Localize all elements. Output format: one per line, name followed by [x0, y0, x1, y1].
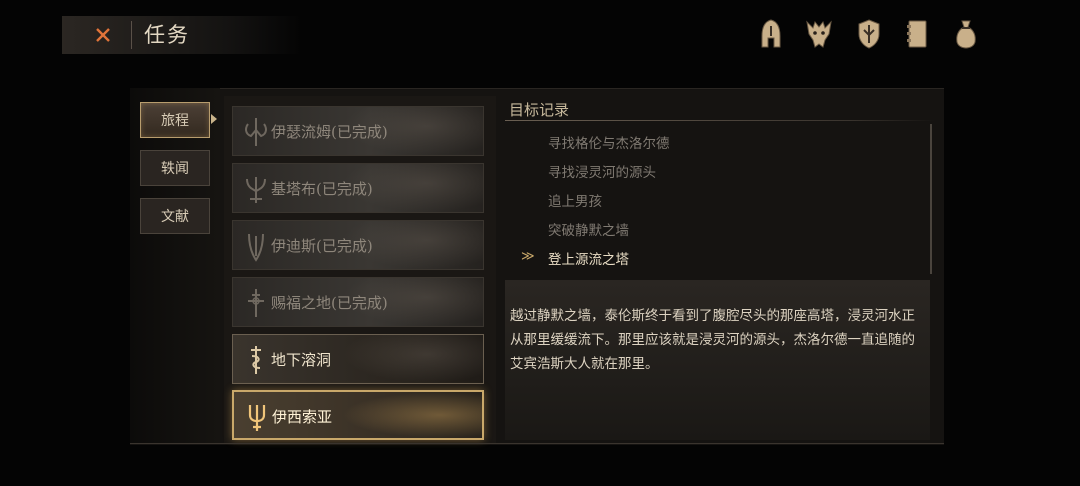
beast-button[interactable]	[805, 16, 833, 52]
close-x-icon[interactable]	[94, 26, 112, 44]
horned-emblem-icon	[242, 171, 270, 207]
tab-documents[interactable]: 文献	[140, 198, 210, 234]
panel-bottom-border	[130, 443, 944, 444]
objective-item: 追上男孩	[548, 194, 602, 210]
quest-label: 地下溶洞	[271, 351, 332, 369]
objectives-scrollbar[interactable]	[930, 124, 932, 274]
quest-card-kitab[interactable]: 基塔布(已完成)	[232, 163, 484, 213]
trident-emblem-icon	[243, 399, 271, 435]
header-bar: 任务	[62, 16, 302, 54]
quest-label: 基塔布(已完成)	[271, 180, 373, 198]
journal-icon	[907, 20, 927, 48]
journal-button[interactable]	[903, 16, 931, 52]
quest-description: 越过静默之墙，泰伦斯终于看到了腹腔尽头的那座高塔，浸灵河水正从那里缓缓流下。那里…	[510, 308, 915, 372]
quest-scene-image	[342, 392, 482, 438]
pouch-button[interactable]	[952, 16, 980, 52]
header-divider	[131, 21, 132, 49]
objectives-divider	[505, 120, 935, 121]
page-title: 任务	[144, 23, 190, 47]
beast-skull-icon	[806, 20, 832, 48]
quest-scene-image	[343, 335, 483, 383]
quest-card-blessed-land[interactable]: 赐福之地(已完成)	[232, 277, 484, 327]
objective-item-current: 登上源流之塔	[548, 252, 629, 268]
quest-card-idis[interactable]: 伊迪斯(已完成)	[232, 220, 484, 270]
shield-icon	[858, 19, 880, 49]
helmet-button[interactable]	[757, 16, 785, 52]
shield-button[interactable]	[855, 16, 883, 52]
quest-label: 伊瑟流姆(已完成)	[271, 123, 388, 141]
tab-anecdotes[interactable]: 轶闻	[140, 150, 210, 186]
quest-label: 赐福之地(已完成)	[271, 294, 388, 312]
current-objective-marker: ≫	[521, 249, 535, 264]
pouch-icon	[956, 20, 976, 49]
quest-card-isisoa[interactable]: 伊西索亚	[232, 390, 484, 440]
quest-label: 伊西索亚	[272, 408, 333, 426]
quest-label: 伊迪斯(已完成)	[271, 237, 373, 255]
quest-card-isleum[interactable]: 伊瑟流姆(已完成)	[232, 106, 484, 156]
quest-card-underground-cavern[interactable]: 地下溶洞	[232, 334, 484, 384]
tab-journey[interactable]: 旅程	[140, 102, 210, 138]
tab-column	[130, 88, 220, 444]
objective-item: 突破静默之墙	[548, 223, 629, 239]
objective-item: 寻找浸灵河的源头	[548, 165, 656, 181]
close-button[interactable]	[88, 20, 118, 50]
active-tab-arrow	[211, 114, 217, 124]
objectives-title: 目标记录	[509, 101, 570, 119]
sword-cross-icon	[242, 285, 270, 321]
helmet-icon	[761, 19, 781, 48]
crossed-axes-icon	[242, 114, 270, 150]
dagger-emblem-icon	[242, 228, 270, 264]
serpent-staff-icon	[242, 342, 270, 378]
objective-item: 寻找格伦与杰洛尔德	[548, 136, 670, 152]
